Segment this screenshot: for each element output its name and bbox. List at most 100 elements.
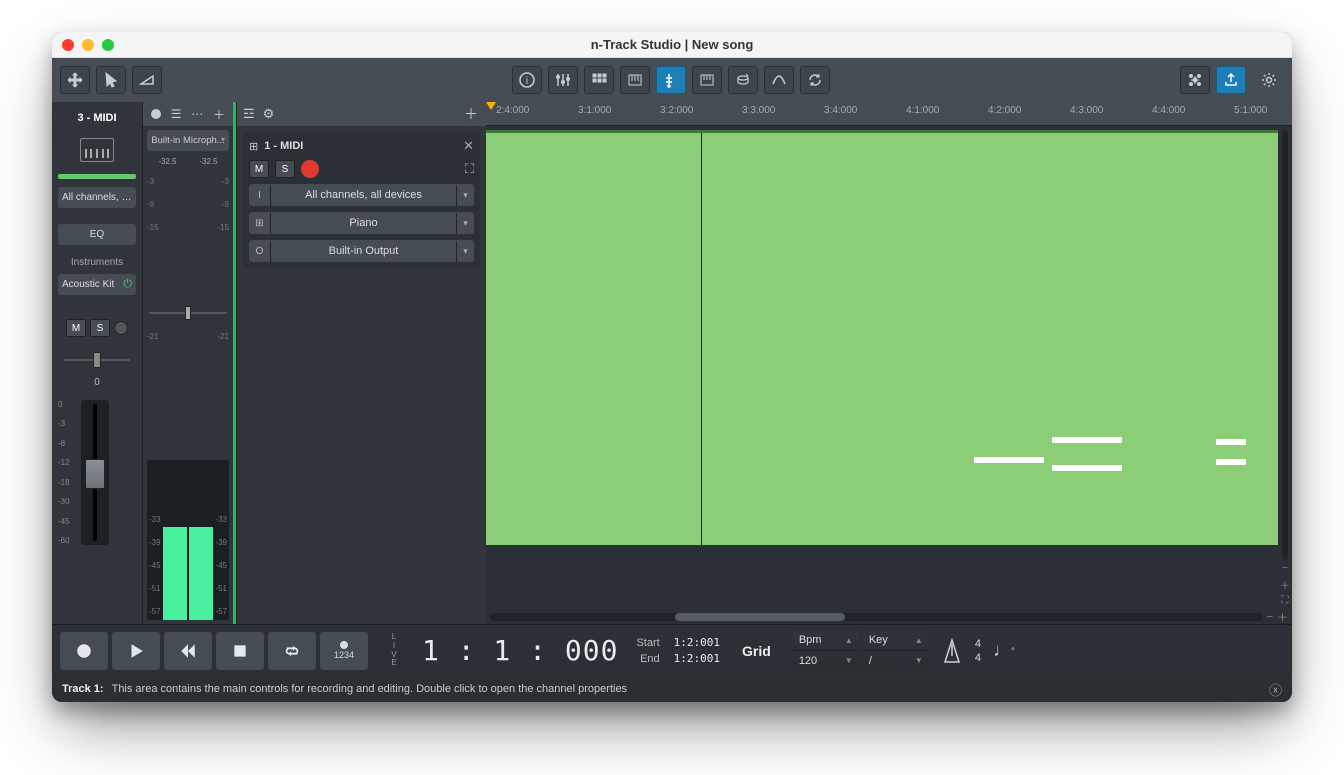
rewind-button[interactable] (164, 632, 212, 670)
minimize-window-icon[interactable] (82, 39, 94, 51)
filter-icon[interactable]: ☲ (243, 106, 255, 122)
strip-upper-scale: -3-3 -9-9 -15-15 (147, 170, 229, 301)
ruler-tick: 2:4:000 (496, 105, 529, 116)
ruler-tick: 4:2:000 (988, 105, 1021, 116)
horizontal-scrollbar[interactable]: − ＋ (486, 610, 1292, 624)
track-close-icon[interactable]: ✕ (463, 138, 474, 154)
status-text: This area contains the main controls for… (112, 683, 627, 695)
track-record-button[interactable] (301, 160, 319, 178)
loop-button[interactable] (268, 632, 316, 670)
ruler-tick: 3:3:000 (742, 105, 775, 116)
status-close-icon[interactable]: ⓧ (1269, 680, 1282, 699)
track-mute-button[interactable]: M (249, 160, 269, 178)
select-tool-button[interactable] (96, 66, 126, 94)
zoom-out-v-icon[interactable]: − (1282, 563, 1288, 574)
drums-button[interactable] (728, 66, 758, 94)
instruments-label: Instruments (58, 257, 136, 268)
fade-tool-button[interactable] (132, 66, 162, 94)
refresh-button[interactable] (800, 66, 830, 94)
transport-bar: 1234 LIVE 1 : 1 : 000 Start 1:2:001 End … (52, 624, 1292, 676)
track-expand-icon[interactable]: ⛶ (465, 161, 474, 177)
volume-fader[interactable] (81, 400, 109, 545)
stop-button[interactable] (216, 632, 264, 670)
app-window: n-Track Studio | New song i (52, 32, 1292, 702)
time-signature[interactable]: 44 (975, 638, 981, 664)
strip-dot-icon[interactable] (151, 109, 161, 119)
instrument-name: Acoustic Kit (62, 279, 114, 290)
midi-note[interactable] (1216, 439, 1246, 445)
track-midi-icon: ⊞ (249, 140, 258, 153)
vertical-scrollbar[interactable]: − ＋ ⛶ (1278, 126, 1292, 610)
status-bar: Track 1: This area contains the main con… (52, 676, 1292, 702)
strip-toolbar: ☰ ⋯ ＋ (143, 102, 233, 126)
note-value-icon[interactable]: ♩° (985, 640, 1023, 661)
bpm-control[interactable]: Bpm▲ 120▼ (793, 631, 859, 671)
piano-roll-button[interactable] (620, 66, 650, 94)
count-in-button[interactable]: 1234 (320, 632, 368, 670)
instrument-slot[interactable]: Acoustic Kit ⏻ (58, 274, 136, 295)
main-body: 3 - MIDI All channels, all... EQ Instrum… (52, 102, 1292, 624)
live-indicator: LIVE (384, 632, 404, 670)
zoom-in-v-icon[interactable]: ＋ (1280, 577, 1290, 592)
midi-note[interactable] (1052, 465, 1122, 471)
strip-more-icon[interactable]: ⋯ (191, 107, 203, 121)
track-solo-button[interactable]: S (275, 160, 295, 178)
strip-pan-slider[interactable] (149, 305, 227, 321)
metronome-icon[interactable] (933, 632, 971, 670)
pan-slider[interactable] (58, 351, 136, 369)
close-window-icon[interactable] (62, 39, 74, 51)
fit-icon[interactable]: ⛶ (1282, 595, 1289, 606)
track-settings-icon[interactable]: ⚙ (263, 106, 275, 122)
automation-button[interactable] (764, 66, 794, 94)
strip-list-icon[interactable]: ☰ (171, 107, 182, 121)
arm-record-button[interactable] (114, 321, 128, 335)
zoom-in-h-icon[interactable]: ＋ (1277, 609, 1288, 624)
power-icon[interactable]: ⏻ (123, 278, 132, 291)
ruler-tick: 3:4:000 (824, 105, 857, 116)
track-list-panel: ☲ ⚙ ＋ ⊞ 1 - MIDI ✕ M S ⛶ I (236, 102, 486, 624)
midi-clip[interactable] (486, 130, 1278, 545)
window-lights (62, 39, 114, 51)
titlebar: n-Track Studio | New song (52, 32, 1292, 58)
track-instrument-select[interactable]: ⊞ Piano ▾ (249, 212, 474, 234)
play-button[interactable] (112, 632, 160, 670)
channel-select[interactable]: All channels, all... (58, 187, 136, 208)
ruler-tick: 4:3:000 (1070, 105, 1103, 116)
midi-note[interactable] (974, 457, 1044, 463)
solo-button[interactable]: S (90, 319, 110, 337)
info-button[interactable]: i (512, 66, 542, 94)
time-display[interactable]: 1 : 1 : 000 (408, 634, 632, 667)
record-button[interactable] (60, 632, 108, 670)
plugins-button[interactable] (1180, 66, 1210, 94)
pan-value: 0 (58, 377, 136, 388)
share-button[interactable] (1216, 66, 1246, 94)
timeline-area: 2:4:0003:1:0003:2:0003:3:0003:4:0004:1:0… (486, 102, 1292, 624)
track-input-select[interactable]: I All channels, all devices ▾ (249, 184, 474, 206)
track-card[interactable]: ⊞ 1 - MIDI ✕ M S ⛶ I All channels, all d… (243, 132, 480, 268)
time-ruler[interactable]: 2:4:0003:1:0003:2:0003:3:0003:4:0004:1:0… (486, 102, 1292, 126)
move-tool-button[interactable] (60, 66, 90, 94)
zoom-out-h-icon[interactable]: − (1267, 611, 1273, 623)
range-display[interactable]: Start 1:2:001 End 1:2:001 (636, 636, 720, 665)
key-control[interactable]: Key▲ /▼ (863, 631, 929, 671)
ruler-tick: 3:2:000 (660, 105, 693, 116)
mixer-button[interactable] (548, 66, 578, 94)
settings-icon[interactable] (1254, 66, 1284, 94)
add-track-button[interactable]: ＋ (462, 105, 480, 123)
step-seq-button[interactable] (584, 66, 614, 94)
tracks-view-button[interactable] (656, 66, 686, 94)
midi-note[interactable] (1052, 437, 1122, 443)
keyboard-button[interactable] (692, 66, 722, 94)
input-select[interactable]: Built-in Microph... (147, 130, 229, 151)
maximize-window-icon[interactable] (102, 39, 114, 51)
eq-button[interactable]: EQ (58, 224, 136, 245)
arrangement-canvas[interactable] (486, 126, 1278, 610)
track-output-select[interactable]: O Built-in Output ▾ (249, 240, 474, 262)
mute-button[interactable]: M (66, 319, 86, 337)
grid-toggle[interactable]: Grid (724, 643, 789, 659)
midi-note[interactable] (1216, 459, 1246, 465)
window-title: n-Track Studio | New song (591, 37, 754, 52)
status-label: Track 1: (62, 683, 104, 695)
channel-strip: ☰ ⋯ ＋ Built-in Microph... -32.5-32.5 -3-… (142, 102, 236, 624)
strip-add-icon[interactable]: ＋ (213, 106, 225, 123)
